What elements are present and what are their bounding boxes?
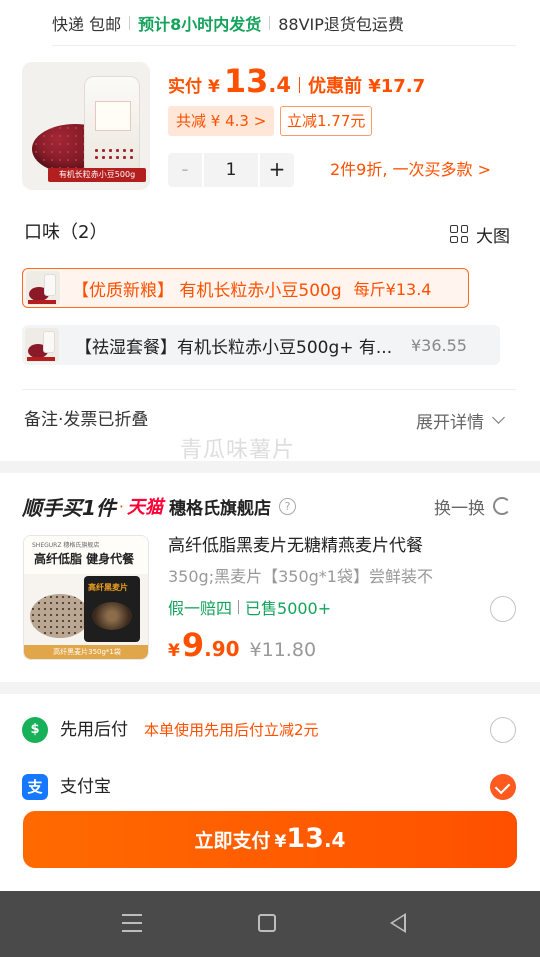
expand-details-button[interactable]: 展开详情 <box>416 406 505 434</box>
product-bag <box>84 76 140 172</box>
expand-label: 展开详情 <box>416 412 484 433</box>
alipay-check-icon[interactable] <box>490 774 516 800</box>
chevron-down-icon <box>492 411 505 424</box>
decrease-button[interactable]: - <box>168 153 202 187</box>
flavor-title: 口味（2） <box>24 222 108 243</box>
flavor-option-1[interactable]: 【优质新粮】 有机长粒赤小豆500g 每斤¥13.4 <box>22 268 469 308</box>
divider <box>238 600 240 614</box>
recommend-title[interactable]: 高纤低脂黑麦片无糖精燕麦片代餐 <box>168 533 423 559</box>
bag-text: 高纤黑麦片 <box>88 583 128 592</box>
pay-later-icon: $ <box>22 717 48 743</box>
tag-guarantee: 假一赔四 <box>168 599 233 618</box>
quantity-field[interactable]: 1 <box>204 153 258 187</box>
price-currency: ¥ <box>168 641 180 661</box>
bag-label <box>95 101 131 131</box>
recommend-heading: 顺手买1件 <box>22 495 116 520</box>
option-price: 每斤¥13.4 <box>353 280 432 299</box>
recommend-header: 顺手买1件 · 天猫 穗格氏旗舰店 ? <box>22 491 297 521</box>
image-brand: SHEGURZ 穗格氏旗舰店 <box>32 542 100 549</box>
product-image[interactable]: 有机长粒赤小豆500g <box>22 62 150 190</box>
pay-now-button[interactable]: 立即支付 ¥ 13 .4 <box>23 811 517 868</box>
original-price: ¥11.80 <box>249 639 317 661</box>
bulk-promo-link[interactable]: 2件9折, 一次买多款 > <box>330 153 491 187</box>
pay-button-label: 立即支付 <box>194 830 271 852</box>
increase-button[interactable]: + <box>260 153 294 187</box>
divider <box>52 45 516 46</box>
price-currency: ¥ <box>208 77 220 97</box>
alipay-icon: 支 <box>22 774 48 800</box>
option-thumbnail <box>25 328 59 362</box>
big-image-toggle[interactable]: 大图 <box>450 220 510 248</box>
oat-bag: 高纤黑麦片 <box>84 576 140 642</box>
price-row: 实付 ¥ 13 .4 优惠前 ¥17.7 <box>168 62 425 108</box>
recommend-dot: · <box>118 496 125 516</box>
watermark: 青瓜味薯片 <box>180 438 296 463</box>
price-before-discount: 优惠前 ¥17.7 <box>307 76 426 97</box>
image-footer: 高纤黑麦片350g*1袋 <box>24 645 148 659</box>
section-gap <box>0 461 540 473</box>
price-label: 实付 <box>168 77 202 97</box>
divider <box>269 16 271 30</box>
shipping-vip: 88VIP退货包运费 <box>278 15 404 34</box>
bag-pattern <box>93 147 133 161</box>
product-image-caption: 有机长粒赤小豆500g <box>48 168 146 182</box>
alipay-name: 支付宝 <box>60 777 111 797</box>
price-dec: .4 <box>268 73 291 97</box>
recommend-spec[interactable]: 350g;黑麦片【350g*1袋】尝鲜装不 <box>168 564 433 590</box>
pay-later-name: 先用后付 <box>60 720 128 740</box>
recommend-tags: 假一赔四 已售5000+ <box>168 594 331 620</box>
add-recommend-radio[interactable] <box>490 596 516 622</box>
price-dec: .90 <box>204 637 240 661</box>
shipping-eta: 预计8小时内发货 <box>138 15 262 34</box>
swap-button[interactable]: 换一换 <box>434 493 511 519</box>
pay-later-note: 本单使用先用后付立减2元 <box>144 721 319 739</box>
recommend-price: ¥ 9 .90 ¥11.80 <box>168 626 316 666</box>
swap-label: 换一换 <box>434 498 485 519</box>
back-icon[interactable] <box>390 913 406 933</box>
divider <box>298 77 300 93</box>
option-label: 【祛湿套餐】有机长粒赤小豆500g+ 有... <box>75 337 393 358</box>
option-price: ¥36.55 <box>411 335 467 355</box>
divider <box>129 16 131 30</box>
bowl-image <box>92 602 132 630</box>
total-saving-badge[interactable]: 共减 ¥ 4.3 > <box>168 106 275 136</box>
refresh-icon <box>493 497 511 515</box>
menu-icon[interactable] <box>122 914 142 932</box>
big-image-label: 大图 <box>476 226 510 247</box>
image-slogan: 高纤低脂 健身代餐 <box>34 552 135 566</box>
divider <box>22 389 516 390</box>
shop-name[interactable]: 穗格氏旗舰店 <box>169 494 271 519</box>
price-int: 9 <box>181 626 205 664</box>
quantity-stepper: - 1 + <box>168 153 294 187</box>
oat-grains <box>30 594 90 638</box>
option-thumbnail <box>26 271 60 305</box>
pay-button-amount: 13 <box>286 823 324 854</box>
price-int: 13 <box>223 62 269 100</box>
grid-icon <box>450 225 468 243</box>
recommend-product-image[interactable]: SHEGURZ 穗格氏旗舰店 高纤低脂 健身代餐 高纤黑麦片 高纤黑麦片350g… <box>23 535 149 660</box>
pay-button-amount-dec: .4 <box>323 828 346 852</box>
shipping-express: 快递 包邮 <box>52 15 122 34</box>
flavor-option-2[interactable]: 【祛湿套餐】有机长粒赤小豆500g+ 有... ¥36.55 <box>22 325 500 365</box>
home-icon[interactable] <box>258 914 276 932</box>
tag-sold: 已售5000+ <box>245 599 332 618</box>
pay-later-radio[interactable] <box>490 717 516 743</box>
pay-button-currency: ¥ <box>274 832 287 852</box>
memo-invoice-label: 备注·发票已折叠 <box>24 410 149 430</box>
instant-saving-badge: 立减1.77元 <box>280 106 373 136</box>
help-icon[interactable]: ? <box>279 497 297 515</box>
section-gap <box>0 682 540 694</box>
shipping-info: 快递 包邮 预计8小时内发货 88VIP退货包运费 <box>52 10 404 36</box>
tmall-logo: 天猫 <box>127 497 164 518</box>
option-label: 【优质新粮】 有机长粒赤小豆500g <box>72 280 342 301</box>
